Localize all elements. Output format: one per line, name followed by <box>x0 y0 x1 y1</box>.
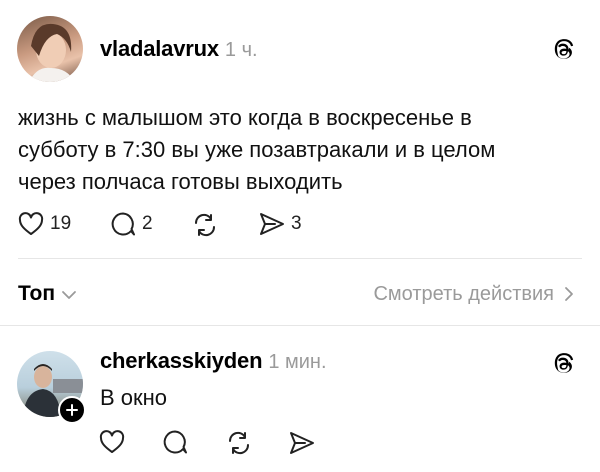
comment-bubble-icon <box>162 429 190 455</box>
view-activity-label: Смотреть действия <box>373 282 554 305</box>
post-username[interactable]: vladalavrux <box>100 36 219 62</box>
reply-time: 1 мин. <box>268 351 327 373</box>
comment-bubble-icon <box>110 211 136 237</box>
post-text-line: субботу в 7:30 вы уже позавтракали и в ц… <box>18 137 496 162</box>
view-activity-link[interactable]: Смотреть действия <box>373 280 574 308</box>
post-time: 1 ч. <box>224 39 258 61</box>
repost-icon <box>191 212 219 238</box>
heart-icon <box>18 212 44 236</box>
share-count: 3 <box>291 213 302 234</box>
threads-logo-icon <box>553 352 577 376</box>
follow-plus-button[interactable] <box>58 396 86 424</box>
send-icon <box>288 430 316 456</box>
sort-dropdown[interactable]: Топ <box>18 280 77 308</box>
post: vladalavrux 1 ч. жизнь с малышом это ког… <box>0 0 600 250</box>
repost-button[interactable] <box>191 211 219 239</box>
like-button[interactable]: 19 <box>18 210 71 238</box>
post-header: vladalavrux 1 ч. <box>100 36 258 66</box>
reply-repost-button[interactable] <box>225 430 253 458</box>
sort-label: Топ <box>18 282 56 305</box>
chevron-down-icon <box>61 289 77 301</box>
reply-like-button[interactable] <box>99 430 127 458</box>
send-icon <box>258 211 286 237</box>
post-text-line: жизнь с малышом это когда в воскресенье … <box>18 105 472 130</box>
plus-icon <box>66 404 78 416</box>
reply-comment-button[interactable] <box>162 429 190 457</box>
reply-username[interactable]: cherkasskiyden <box>100 348 263 374</box>
post-author-avatar[interactable] <box>17 16 83 82</box>
like-count: 19 <box>50 213 72 234</box>
reply-share-button[interactable] <box>288 430 316 458</box>
reply: cherkasskiyden 1 мин. В окно <box>0 326 600 472</box>
comment-button[interactable]: 2 <box>110 210 153 238</box>
reply-header: cherkasskiyden 1 мин. <box>100 348 327 378</box>
reply-body: В окно <box>100 385 168 410</box>
repost-icon <box>225 430 253 456</box>
comment-count: 2 <box>142 213 153 234</box>
divider <box>18 258 582 259</box>
chevron-right-icon <box>564 286 574 302</box>
heart-icon <box>99 430 127 454</box>
post-text-line: через полчаса готовы выходить <box>18 169 343 194</box>
share-button[interactable]: 3 <box>258 210 302 238</box>
avatar-photo <box>29 23 75 82</box>
post-body: жизнь с малышом это когда в воскресенье … <box>18 102 588 198</box>
threads-logo-icon <box>553 38 577 62</box>
